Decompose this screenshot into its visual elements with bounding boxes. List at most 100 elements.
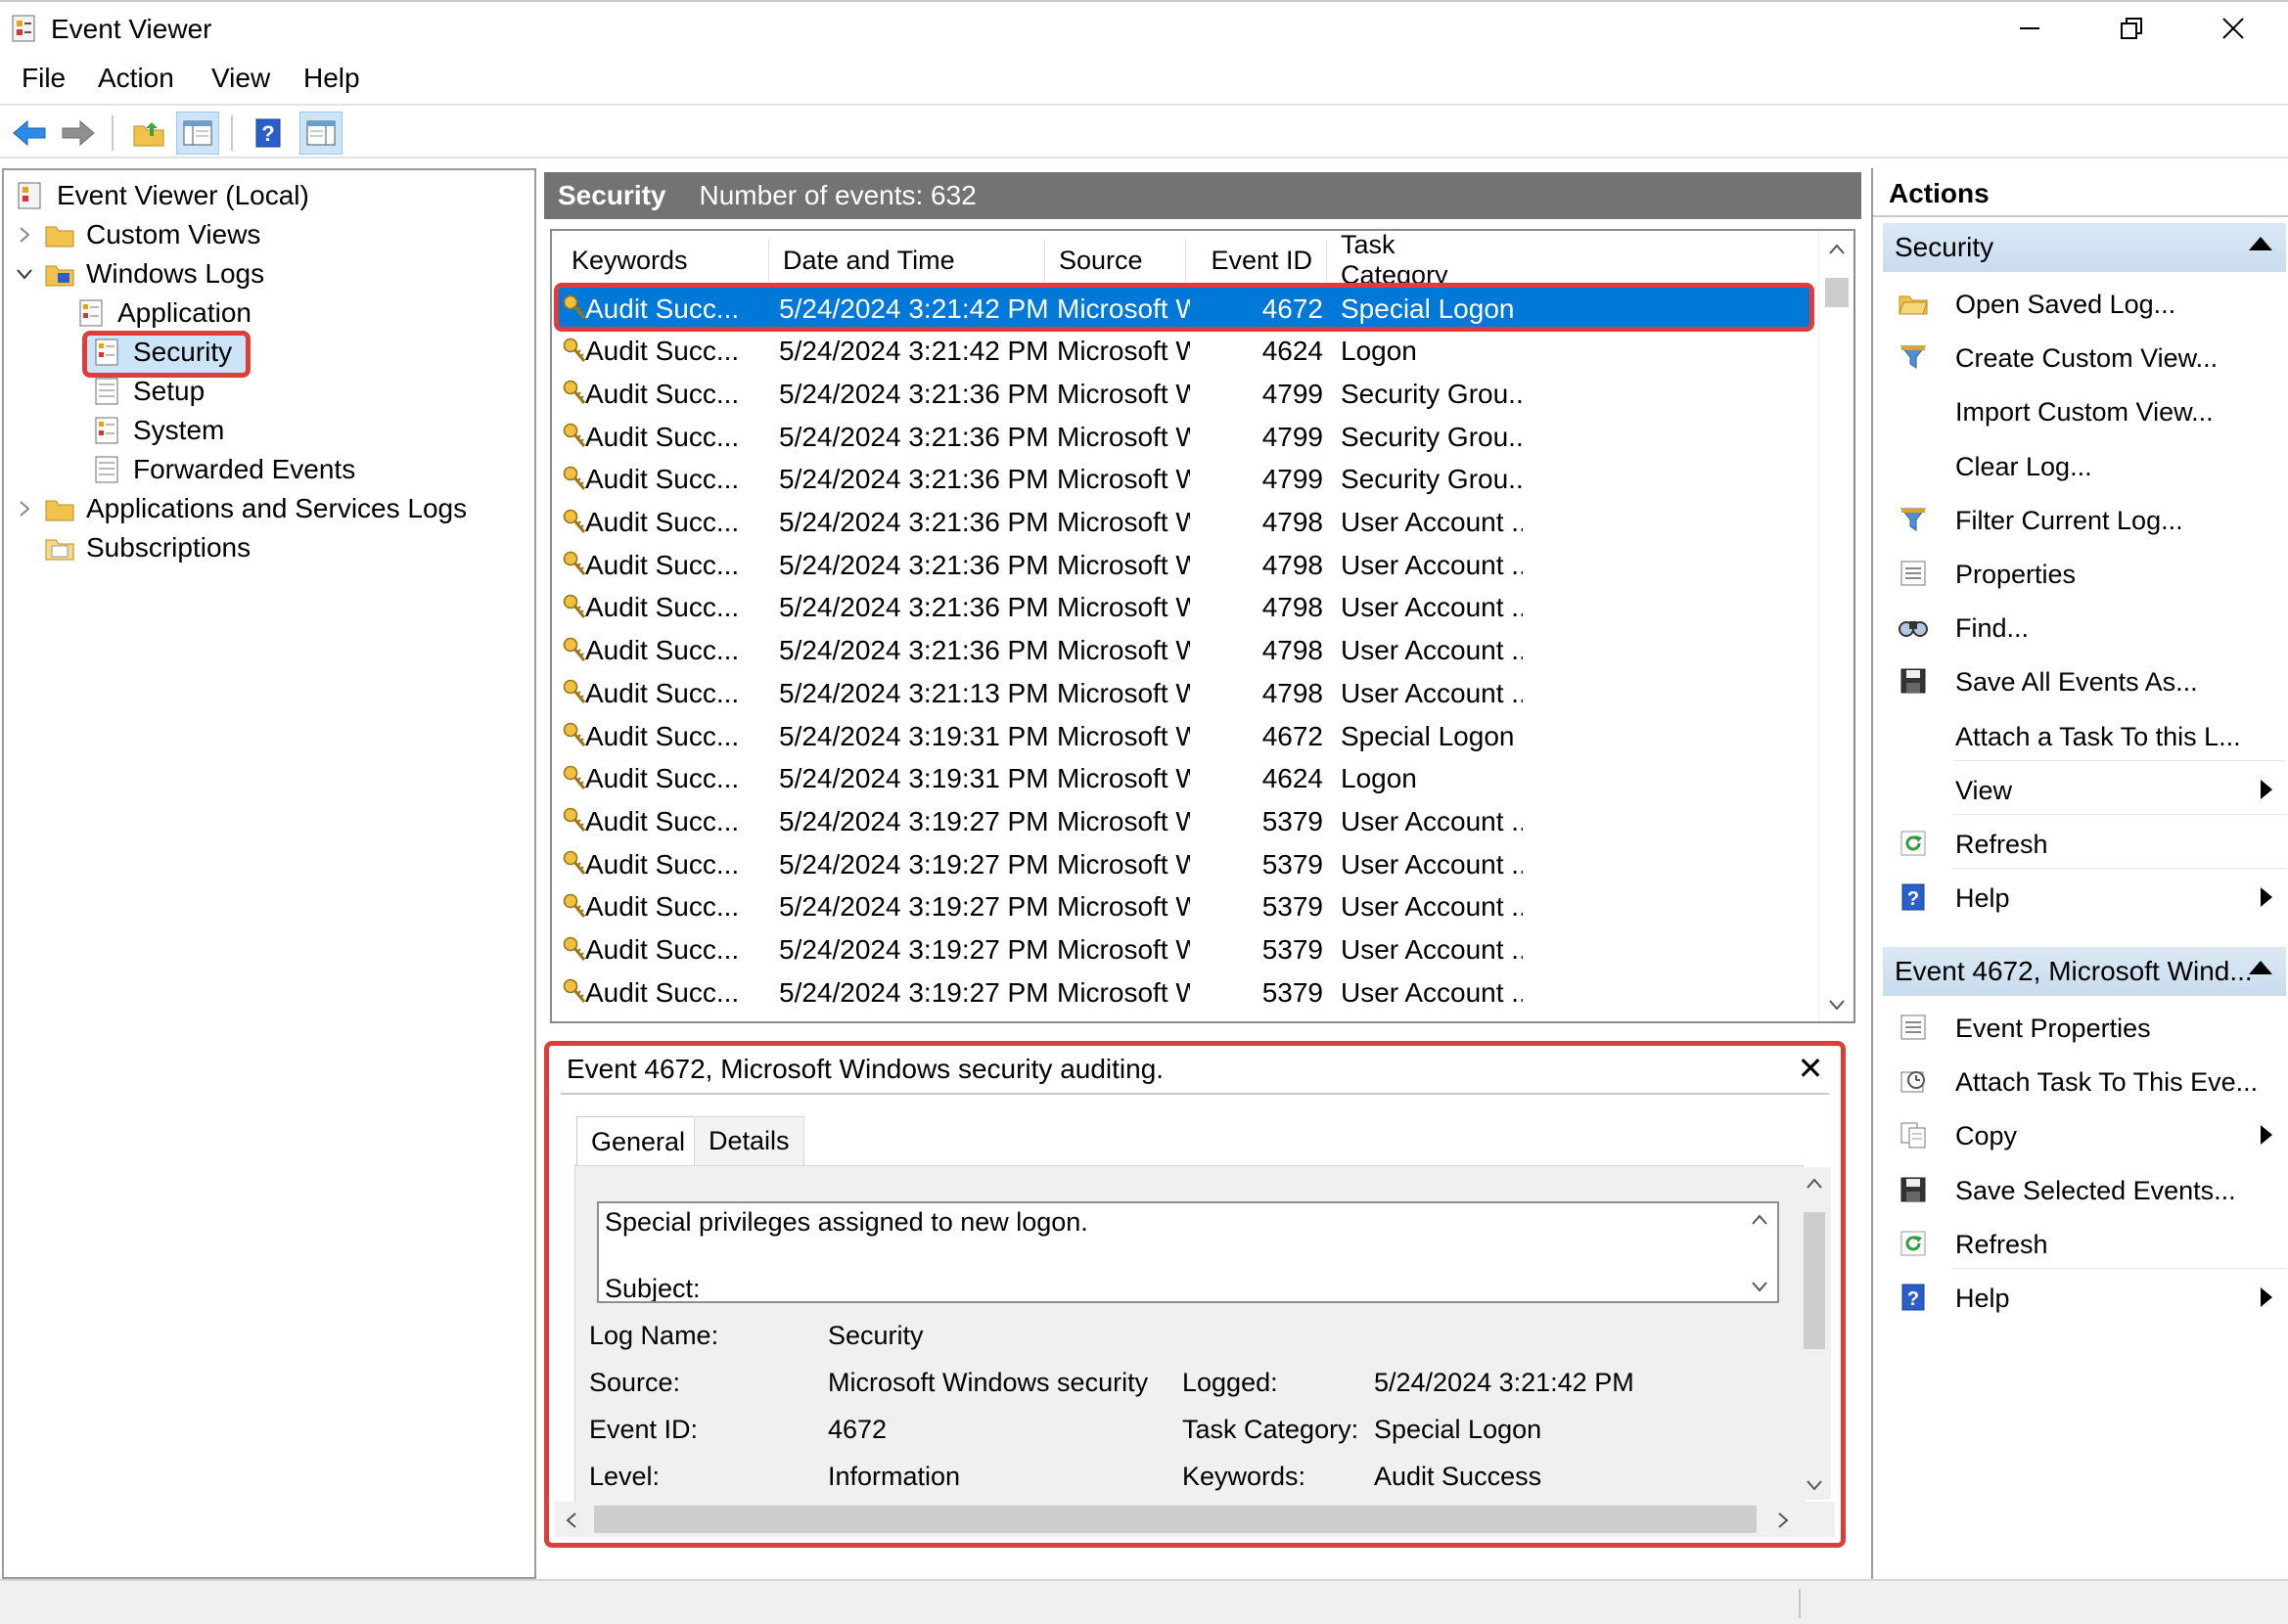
save-icon [1897,664,1930,698]
tree-item-applications-and-services-logs[interactable]: Applications and Services Logs [14,489,467,528]
column-task-category[interactable]: Task Category [1327,231,1474,290]
action-save-all-events-as[interactable]: Save All Events As... [1883,655,2286,706]
event-row[interactable]: Audit Succ... 5/24/2024 3:19:31 PM Microso… [558,758,1810,800]
event-row[interactable]: Audit Succ... 5/24/2024 3:21:36 PM Microso… [558,630,1810,672]
scroll-down-icon[interactable] [1827,998,1847,1012]
event-row[interactable]: Audit Succ... 5/24/2024 3:21:36 PM Microso… [558,416,1810,458]
menu-view[interactable]: View [211,63,270,94]
key-icon [562,721,587,750]
cell-source: Microsoft Wi... [1057,336,1190,367]
event-row[interactable]: Audit Succ... 5/24/2024 3:21:36 PM Microso… [558,587,1810,629]
scroll-up-icon[interactable] [1827,243,1847,256]
action-open-saved-log[interactable]: Open Saved Log... [1883,278,2286,329]
scrollbar-thumb[interactable] [1804,1212,1825,1349]
action-view[interactable]: View [1883,764,2286,815]
menu-action[interactable]: Action [98,63,174,94]
menu-help[interactable]: Help [303,63,360,94]
event-row[interactable]: Audit Succ... 5/24/2024 3:19:27 PM Microso… [558,800,1810,842]
cell-task-category: User Account ... [1341,976,1523,1008]
action-attach-task-to-event[interactable]: Attach Task To This Eve... [1883,1056,2286,1106]
scroll-down-icon[interactable] [1750,1280,1769,1293]
collapse-caret-icon[interactable] [2249,961,2272,974]
menu-file[interactable]: File [22,63,66,94]
event-row[interactable]: Audit Succ... 5/24/2024 3:21:42 PM Microso… [558,331,1810,373]
section-security[interactable]: Security [1883,223,2286,272]
event-row[interactable]: Audit Succ... 5/24/2024 3:19:27 PM Microso… [558,886,1810,928]
event-row[interactable]: Audit Succ... 5/24/2024 3:21:36 PM Microso… [558,459,1810,501]
scrollbar-thumb[interactable] [594,1506,1757,1533]
event-row[interactable]: Audit Succ... 5/24/2024 3:21:36 PM Microso… [558,373,1810,415]
event-description[interactable]: Special privileges assigned to new logon… [597,1201,1779,1303]
show-hide-action-pane-icon[interactable] [299,112,343,155]
description-line: Special privileges assigned to new logon… [605,1207,1088,1237]
back-arrow-icon[interactable] [8,112,51,155]
scrollbar-thumb[interactable] [1825,278,1849,307]
scroll-down-icon[interactable] [1805,1478,1824,1492]
tree-item-security[interactable]: Security [90,333,232,372]
scroll-left-icon[interactable] [565,1511,578,1529]
action-help[interactable]: ? Help [1883,1272,2286,1323]
action-label: Open Saved Log... [1955,290,2176,319]
tree-item-event-viewer-local[interactable]: Event Viewer (Local) [14,176,309,215]
event-row[interactable]: Audit Succ... 5/24/2024 3:19:27 PM Microso… [558,843,1810,885]
tab-details[interactable]: Details [694,1116,804,1165]
column-event-id[interactable]: Event ID [1186,239,1327,282]
tree-item-setup[interactable]: Setup [90,372,205,411]
logged-label: Logged: [1182,1368,1278,1397]
tree-item-forwarded-events[interactable]: Forwarded Events [90,450,355,489]
close-button[interactable] [2184,2,2282,55]
event-row[interactable]: Audit Succ... 5/24/2024 3:21:36 PM Microso… [558,502,1810,544]
details-vertical-scrollbar[interactable] [1798,1167,1831,1500]
collapse-caret-icon[interactable] [2249,237,2272,250]
action-attach-task-to-log[interactable]: Attach a Task To this L... [1883,710,2286,761]
actions-header: Actions [1873,172,2288,217]
action-save-selected-events[interactable]: Save Selected Events... [1883,1164,2286,1215]
cell-source: Microsoft Wi... [1057,677,1190,708]
tree-item-application[interactable]: Application [74,293,252,333]
column-source[interactable]: Source [1045,239,1186,282]
close-details-icon[interactable]: ✕ [1794,1051,1827,1086]
event-row[interactable]: Audit Succ... 5/24/2024 3:21:13 PM Microso… [558,672,1810,714]
scroll-up-icon[interactable] [1805,1177,1824,1191]
chevron-right-icon[interactable] [14,215,35,254]
action-copy[interactable]: Copy [1883,1109,2286,1160]
help-icon[interactable]: ? [247,112,290,155]
tree-item-subscriptions[interactable]: Subscriptions [43,528,251,567]
chevron-right-icon[interactable] [14,489,35,528]
minimize-button[interactable] [1981,2,2079,55]
event-list-scrollbar[interactable] [1818,231,1853,1021]
action-clear-log[interactable]: Clear Log... [1883,440,2286,491]
up-folder-icon[interactable] [127,112,170,155]
forward-arrow-icon[interactable] [57,112,100,155]
chevron-down-icon[interactable] [14,254,35,293]
event-row[interactable]: Audit Succ... 5/24/2024 3:19:27 PM Microso… [558,971,1810,1014]
tab-general[interactable]: General [576,1116,701,1167]
scroll-right-icon[interactable] [1776,1511,1790,1529]
action-label: Properties [1955,560,2077,589]
tree-item-system[interactable]: System [90,411,224,450]
tree-item-windows-logs[interactable]: Windows Logs [14,254,264,293]
action-find[interactable]: Find... [1883,602,2286,653]
event-row[interactable]: Audit Succ... 5/24/2024 3:19:31 PM Microso… [558,715,1810,757]
restore-button[interactable] [2082,2,2180,55]
action-import-custom-view[interactable]: Import Custom View... [1883,385,2286,436]
action-event-properties[interactable]: Event Properties [1883,1002,2286,1053]
tree-item-custom-views[interactable]: Custom Views [14,215,260,254]
action-help[interactable]: ? Help [1883,872,2286,923]
action-refresh[interactable]: Refresh [1883,1218,2286,1269]
event-row[interactable]: Audit Succ... 5/24/2024 3:21:36 PM Microso… [558,544,1810,586]
section-event-4672[interactable]: Event 4672, Microsoft Wind... [1883,947,2286,996]
event-row[interactable]: Audit Succ... 5/24/2024 3:19:27 PM Microso… [558,929,1810,971]
action-label: Refresh [1955,830,2048,859]
details-horizontal-scrollbar[interactable] [555,1502,1835,1537]
column-keywords[interactable]: Keywords [558,239,769,282]
action-create-custom-view[interactable]: Create Custom View... [1883,332,2286,383]
key-icon [562,806,587,835]
show-hide-console-tree-icon[interactable] [176,112,219,155]
column-date-and-time[interactable]: Date and Time [769,239,1045,282]
action-refresh[interactable]: Refresh [1883,818,2286,869]
action-properties[interactable]: Properties [1883,548,2286,599]
scroll-up-icon[interactable] [1750,1213,1769,1227]
event-row[interactable]: Audit Succ... 5/24/2024 3:21:42 PM Microso… [558,288,1810,330]
action-filter-current-log[interactable]: Filter Current Log... [1883,494,2286,545]
